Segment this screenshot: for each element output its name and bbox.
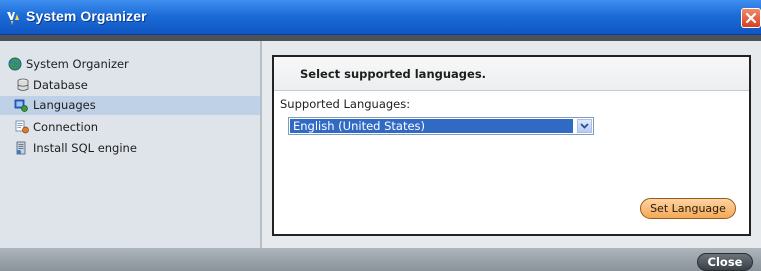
panel-title: Select supported languages. bbox=[300, 67, 487, 81]
tree-item-label: Install SQL engine bbox=[33, 141, 137, 155]
tree-item-database[interactable]: Database bbox=[0, 76, 260, 95]
chevron-down-icon bbox=[580, 123, 589, 129]
main-content: Select supported languages. Supported La… bbox=[262, 41, 761, 248]
tree-item-label: System Organizer bbox=[26, 57, 129, 71]
install-icon bbox=[16, 141, 26, 155]
navigation-tree: System Organizer Database Languages Conn… bbox=[0, 41, 262, 248]
tree-item-languages[interactable]: Languages bbox=[0, 96, 260, 115]
close-button[interactable]: Close bbox=[697, 253, 753, 271]
languages-panel: Select supported languages. Supported La… bbox=[272, 55, 751, 236]
tree-item-install-sql-engine[interactable]: Install SQL engine bbox=[0, 139, 260, 158]
tree-item-connection[interactable]: Connection bbox=[0, 118, 260, 137]
supported-languages-label: Supported Languages: bbox=[280, 97, 411, 111]
panel-header: Select supported languages. bbox=[274, 57, 749, 91]
globe-icon bbox=[8, 57, 22, 71]
supported-languages-select[interactable]: English (United States) bbox=[288, 117, 594, 135]
title-bar: System Organizer bbox=[0, 0, 761, 35]
tree-item-system-organizer[interactable]: System Organizer bbox=[0, 55, 260, 74]
close-icon bbox=[745, 12, 757, 24]
tree-item-label: Languages bbox=[33, 98, 96, 112]
tree-item-label: Connection bbox=[33, 120, 99, 134]
database-icon bbox=[17, 78, 29, 91]
dropdown-arrow-button[interactable] bbox=[577, 119, 592, 133]
languages-icon bbox=[14, 99, 28, 112]
system-organizer-window: System Organizer System Organizer Databa… bbox=[0, 0, 761, 271]
app-logo-icon bbox=[7, 12, 19, 25]
selected-language-value: English (United States) bbox=[290, 119, 573, 133]
window-close-button[interactable] bbox=[741, 8, 761, 28]
connection-icon bbox=[15, 120, 29, 134]
window-title: System Organizer bbox=[26, 8, 147, 24]
tree-item-label: Database bbox=[33, 78, 88, 92]
set-language-button[interactable]: Set Language bbox=[640, 198, 736, 219]
bottom-bar: Close bbox=[0, 248, 761, 271]
